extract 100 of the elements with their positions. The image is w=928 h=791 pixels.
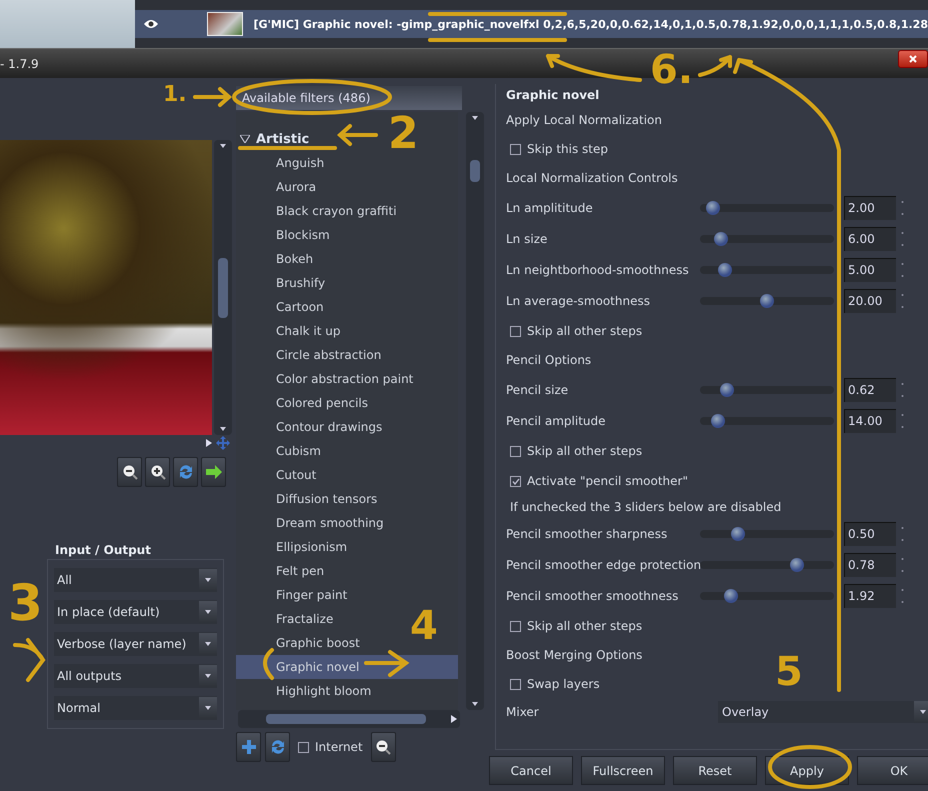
annotation-number: 2	[388, 112, 419, 156]
slider-track[interactable]	[700, 592, 834, 600]
play-icon[interactable]	[206, 439, 212, 447]
dropdown[interactable]: Normal	[54, 696, 217, 720]
scrollbar-thumb[interactable]	[266, 714, 426, 724]
filter-item[interactable]: Dream smoothing	[236, 511, 388, 535]
filter-item[interactable]: Black crayon graffiti	[236, 199, 401, 223]
add-button[interactable]	[236, 732, 261, 762]
filter-item[interactable]: Circle abstraction	[236, 343, 386, 367]
filter-item[interactable]: Graphic boost	[236, 631, 364, 655]
caret-icon	[205, 578, 211, 582]
slider-thumb[interactable]	[718, 262, 732, 276]
caret-icon	[220, 144, 226, 148]
checkbox[interactable]: Skip all other steps	[510, 324, 642, 338]
caret-icon	[220, 427, 226, 431]
section-heading: Boost Merging Options	[506, 648, 642, 662]
list-header[interactable]: Available filters (486)	[236, 86, 462, 110]
filter-item[interactable]: Color abstraction paint	[236, 367, 418, 391]
filter-item[interactable]: Finger paint	[236, 583, 352, 607]
dropdown[interactable]: In place (default)	[54, 600, 217, 624]
horizontal-scrollbar[interactable]	[238, 710, 460, 728]
slider-thumb[interactable]	[760, 294, 774, 308]
filter-item[interactable]: Anguish	[236, 151, 328, 175]
filter-item[interactable]: Blockism	[236, 223, 334, 247]
filter-item[interactable]: Fractalize	[236, 607, 338, 631]
caret-icon	[205, 642, 211, 646]
number-field[interactable]: 0.78	[844, 552, 896, 576]
scrollbar-thumb[interactable]	[470, 160, 480, 182]
toolbar-button[interactable]	[145, 457, 170, 487]
filter-item[interactable]: Felt pen	[236, 559, 328, 583]
dropdown[interactable]: All outputs	[54, 664, 217, 688]
filter-item[interactable]: Chalk it up	[236, 319, 345, 343]
slider-thumb[interactable]	[706, 200, 720, 214]
dropdown[interactable]: Verbose (layer name)	[54, 632, 217, 656]
number-field[interactable]: 14.00	[844, 408, 896, 432]
checkbox[interactable]: Skip all other steps	[510, 619, 642, 633]
dropdown[interactable]: Overlay	[718, 701, 928, 723]
toolbar-button[interactable]	[117, 457, 142, 487]
slider-track[interactable]	[700, 530, 834, 538]
slider-thumb[interactable]	[731, 526, 746, 540]
annotation-number: 3	[8, 578, 43, 628]
dialog-button[interactable]: Reset	[673, 756, 757, 785]
scrollbar[interactable]	[214, 140, 232, 435]
number-field[interactable]: 2.00	[844, 196, 896, 220]
slider-thumb[interactable]	[720, 382, 734, 396]
slider-thumb[interactable]	[710, 414, 725, 428]
close-button[interactable]	[898, 50, 928, 68]
section-heading: Pencil Options	[506, 353, 592, 367]
number-field[interactable]: 0.50	[844, 522, 896, 546]
slider-track[interactable]	[700, 296, 834, 304]
filter-item[interactable]: Brushify	[236, 271, 330, 295]
slider-track[interactable]	[700, 386, 834, 394]
dropdown[interactable]: All	[54, 568, 217, 592]
zoom-out-icon	[375, 739, 392, 755]
section-heading: Local Normalization Controls	[506, 171, 678, 185]
slider-label: Pencil size	[506, 382, 570, 396]
dialog-button[interactable]: OK	[857, 756, 928, 785]
group-title: Input / Output	[53, 543, 153, 557]
number-field[interactable]: 0.62	[844, 378, 896, 402]
filter-item[interactable]: Aurora	[236, 175, 320, 199]
scrollbar-thumb[interactable]	[218, 258, 228, 318]
filter-item[interactable]: Cartoon	[236, 295, 328, 319]
zoom-out-button[interactable]	[370, 732, 396, 762]
checkbox[interactable]: Activate "pencil smoother"	[510, 474, 688, 488]
refresh-button[interactable]	[265, 732, 290, 762]
filter-item[interactable]: Bokeh	[236, 247, 318, 271]
number-field[interactable]: 5.00	[844, 258, 896, 282]
filter-item[interactable]: Colored pencils	[236, 391, 372, 415]
checkbox[interactable]: Internet	[298, 740, 363, 754]
slider-label: Ln size	[506, 232, 548, 246]
filter-item[interactable]: Ellipsionism	[236, 535, 352, 559]
filter-item[interactable]: Cubism	[236, 439, 325, 463]
filter-item[interactable]: Highlight bloom	[236, 679, 376, 703]
slider-thumb[interactable]	[714, 232, 728, 246]
slider-track[interactable]	[700, 234, 834, 242]
slider-thumb[interactable]	[790, 558, 804, 572]
checkbox[interactable]: Swap layers	[510, 677, 600, 691]
slider-track[interactable]	[700, 560, 834, 568]
dialog-button[interactable]: Cancel	[489, 756, 573, 785]
category-item[interactable]: Artistic	[236, 127, 310, 151]
layer-row[interactable]: [G'MIC] Graphic novel: -gimp_graphic_novelfxl 0,2,6,5,20,0,0.62,14,0,1,0.5,0.78,1.92,0,0,0,1,1,1,0.5,0.8,1.28	[135, 10, 928, 38]
slider-thumb[interactable]	[724, 588, 738, 602]
filter-item[interactable]: Cutout	[236, 463, 320, 487]
slider-track[interactable]	[700, 266, 834, 274]
slider-track[interactable]	[700, 204, 834, 212]
filter-item[interactable]: Contour drawings	[236, 415, 386, 439]
toolbar-button[interactable]	[201, 457, 226, 487]
number-field[interactable]: 1.92	[844, 584, 896, 608]
slider-track[interactable]	[700, 416, 834, 424]
slider-label: Ln neightborhood-smoothness	[506, 262, 690, 276]
checkbox[interactable]: Skip this step	[510, 142, 608, 156]
eye-icon[interactable]	[143, 19, 160, 29]
play-icon[interactable]	[451, 715, 457, 723]
number-field[interactable]: 20.00	[844, 288, 896, 312]
checkbox[interactable]: Skip all other steps	[510, 444, 642, 458]
scrollbar[interactable]	[466, 112, 484, 710]
dialog-button[interactable]: Fullscreen	[581, 756, 665, 785]
filter-item[interactable]: Diffusion tensors	[236, 487, 382, 511]
number-field[interactable]: 6.00	[844, 226, 896, 250]
filter-item[interactable]: Graphic novel	[236, 655, 458, 679]
